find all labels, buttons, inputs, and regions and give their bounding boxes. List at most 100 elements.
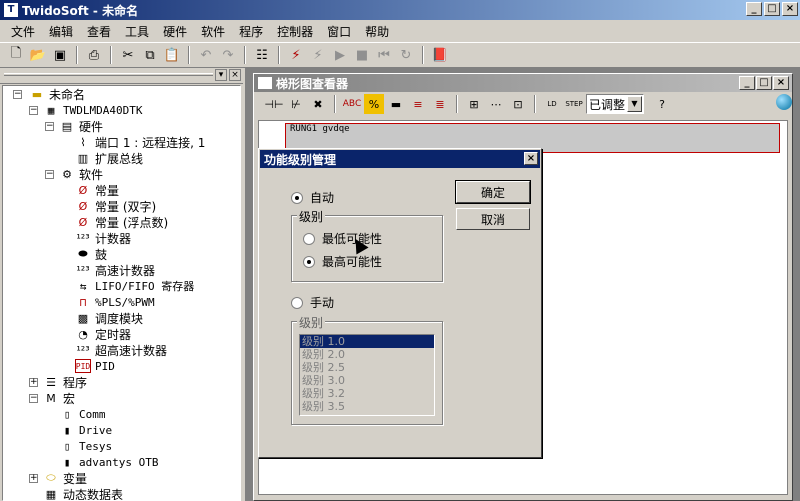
- contact-icon[interactable]: ⊡: [508, 94, 528, 114]
- collapse-icon[interactable]: −: [29, 394, 38, 403]
- tree-item-variables[interactable]: ⬭ 变量: [43, 470, 87, 486]
- menu-tools[interactable]: 工具: [118, 23, 156, 40]
- tree-item-expansion[interactable]: ▥ 扩展总线: [75, 150, 143, 166]
- list-item[interactable]: 级别 2.0: [300, 348, 434, 361]
- child-minimize-button[interactable]: _: [739, 76, 755, 90]
- grid-lines-icon[interactable]: ⋯: [486, 94, 506, 114]
- radio-dot[interactable]: [291, 296, 303, 309]
- menu-help[interactable]: 帮助: [358, 23, 396, 40]
- radio-dot[interactable]: [291, 191, 303, 204]
- tree-item-fast-counters[interactable]: ¹²³ 高速计数器: [75, 262, 155, 278]
- percent-icon[interactable]: %: [364, 94, 384, 114]
- insert-rung-icon[interactable]: ⊣⊢: [264, 94, 284, 114]
- tree-item-timers[interactable]: ◔ 定时器: [75, 326, 131, 342]
- refresh-icon[interactable]: ↻: [396, 45, 416, 65]
- dock-arrow-icon[interactable]: ▾: [215, 69, 227, 81]
- dialog-close-button[interactable]: ×: [524, 152, 538, 165]
- list-item[interactable]: 级别 2.5: [300, 361, 434, 374]
- expand-icon[interactable]: +: [29, 378, 38, 387]
- tree-item-const[interactable]: Ø 常量: [75, 182, 119, 198]
- tree-item-pid[interactable]: PID PID: [75, 358, 115, 374]
- radio-highest[interactable]: 最高可能性: [303, 253, 382, 270]
- tree-item-counters[interactable]: ¹²³ 计数器: [75, 230, 131, 246]
- tree-item-vfc[interactable]: ¹²³ 超高速计数器: [75, 342, 167, 358]
- save-icon[interactable]: ▣: [50, 45, 70, 65]
- connect-icon[interactable]: ⚡: [286, 45, 306, 65]
- ld-icon[interactable]: LD: [542, 94, 562, 114]
- menu-view[interactable]: 查看: [80, 23, 118, 40]
- tree-item-pls[interactable]: ⊓ %PLS/%PWM: [75, 294, 155, 310]
- collapse-icon[interactable]: −: [45, 122, 54, 131]
- collapse-icon[interactable]: −: [45, 170, 54, 179]
- delete-rung-icon[interactable]: ✖: [308, 94, 328, 114]
- stop-icon[interactable]: ■: [352, 45, 372, 65]
- menu-hardware[interactable]: 硬件: [156, 23, 194, 40]
- copy-icon[interactable]: ⧉: [140, 45, 160, 65]
- menu-controller[interactable]: 控制器: [270, 23, 320, 40]
- analyze-icon[interactable]: ☷: [252, 45, 272, 65]
- close-pane-icon[interactable]: ×: [229, 69, 241, 81]
- collapse-icon[interactable]: −: [13, 90, 22, 99]
- tree-item-dynamic-table[interactable]: ▦ 动态数据表: [43, 486, 123, 501]
- help-book-icon[interactable]: 📕: [430, 45, 450, 65]
- radio-dot[interactable]: [303, 255, 315, 268]
- radio-auto[interactable]: 自动: [291, 189, 334, 206]
- list-item[interactable]: 级别 3.5: [300, 400, 434, 413]
- rung-list-icon[interactable]: ≣: [430, 94, 450, 114]
- tree-item-software[interactable]: ⚙ 软件: [59, 166, 103, 182]
- tree-item-hardware[interactable]: ▤ 硬件: [59, 118, 103, 134]
- tree-item-comm[interactable]: ▯ Comm: [59, 406, 106, 422]
- grid-icon[interactable]: ⊞: [464, 94, 484, 114]
- list-item[interactable]: 级别 1.0: [300, 335, 434, 348]
- zoom-combo[interactable]: 已调整 ▼: [586, 94, 644, 114]
- radio-manual[interactable]: 手动: [291, 294, 334, 311]
- run-icon[interactable]: ▶: [330, 45, 350, 65]
- tree-item-advantys[interactable]: ▮ advantys OTB: [59, 454, 159, 470]
- list-item[interactable]: 级别 3.0: [300, 374, 434, 387]
- grip-handle[interactable]: [4, 73, 213, 76]
- cancel-button[interactable]: 取消: [456, 208, 530, 230]
- radio-lowest[interactable]: 最低可能性: [303, 230, 382, 247]
- init-icon[interactable]: ⏮: [374, 45, 394, 65]
- level-listbox[interactable]: 级别 1.0 级别 2.0 级别 2.5 级别 3.0 级别 3.2 级别 3.…: [299, 334, 435, 416]
- maximize-button[interactable]: □: [764, 2, 780, 16]
- disconnect-icon[interactable]: ⚡: [308, 45, 328, 65]
- paste-icon[interactable]: 📋: [162, 45, 182, 65]
- tree-item-port1[interactable]: ⌇ 端口 1 : 远程连接, 1: [75, 134, 205, 150]
- tree-item-const-float[interactable]: Ø 常量 (浮点数): [75, 214, 169, 230]
- menu-edit[interactable]: 编辑: [42, 23, 80, 40]
- tree-item-macro[interactable]: M宏: [43, 390, 75, 406]
- step-icon[interactable]: STEP: [564, 94, 584, 114]
- cut-icon[interactable]: ✂: [118, 45, 138, 65]
- tree-item-tesys[interactable]: ▯ Tesys: [59, 438, 112, 454]
- tree-item-drums[interactable]: ⬬ 鼓: [75, 246, 107, 262]
- menu-software[interactable]: 软件: [194, 23, 232, 40]
- tree-item-controller[interactable]: ▦ TWDLMDA40DTK: [43, 102, 143, 118]
- abc-icon[interactable]: ABC: [342, 94, 362, 114]
- new-icon[interactable]: 🗋: [6, 45, 26, 65]
- child-maximize-button[interactable]: □: [756, 76, 772, 90]
- rung-comment-icon[interactable]: ▬: [386, 94, 406, 114]
- ok-button[interactable]: 确定: [455, 180, 531, 204]
- radio-dot[interactable]: [303, 232, 315, 245]
- list-item[interactable]: 级别 3.2: [300, 387, 434, 400]
- tree-item-schedule[interactable]: ▩ 调度模块: [75, 310, 143, 326]
- undo-icon[interactable]: ↶: [196, 45, 216, 65]
- menu-window[interactable]: 窗口: [320, 23, 358, 40]
- tree-item-program[interactable]: ☰ 程序: [43, 374, 87, 390]
- tree-item-const-dword[interactable]: Ø 常量 (双字): [75, 198, 157, 214]
- open-icon[interactable]: 📂: [28, 45, 48, 65]
- minimize-button[interactable]: _: [746, 2, 762, 16]
- globe-icon[interactable]: [776, 94, 792, 110]
- insert-branch-icon[interactable]: ⊬: [286, 94, 306, 114]
- child-close-button[interactable]: ×: [773, 76, 789, 90]
- tree-item-drive[interactable]: ▮ Drive: [59, 422, 112, 438]
- rung-header-icon[interactable]: ≡: [408, 94, 428, 114]
- tree-item-lifo[interactable]: ⇆ LIFO/FIFO 寄存器: [75, 278, 195, 294]
- redo-icon[interactable]: ↷: [218, 45, 238, 65]
- menu-file[interactable]: 文件: [4, 23, 42, 40]
- chevron-down-icon[interactable]: ▼: [627, 96, 642, 112]
- expand-icon[interactable]: +: [29, 474, 38, 483]
- print-icon[interactable]: ⎙: [84, 45, 104, 65]
- menu-program[interactable]: 程序: [232, 23, 270, 40]
